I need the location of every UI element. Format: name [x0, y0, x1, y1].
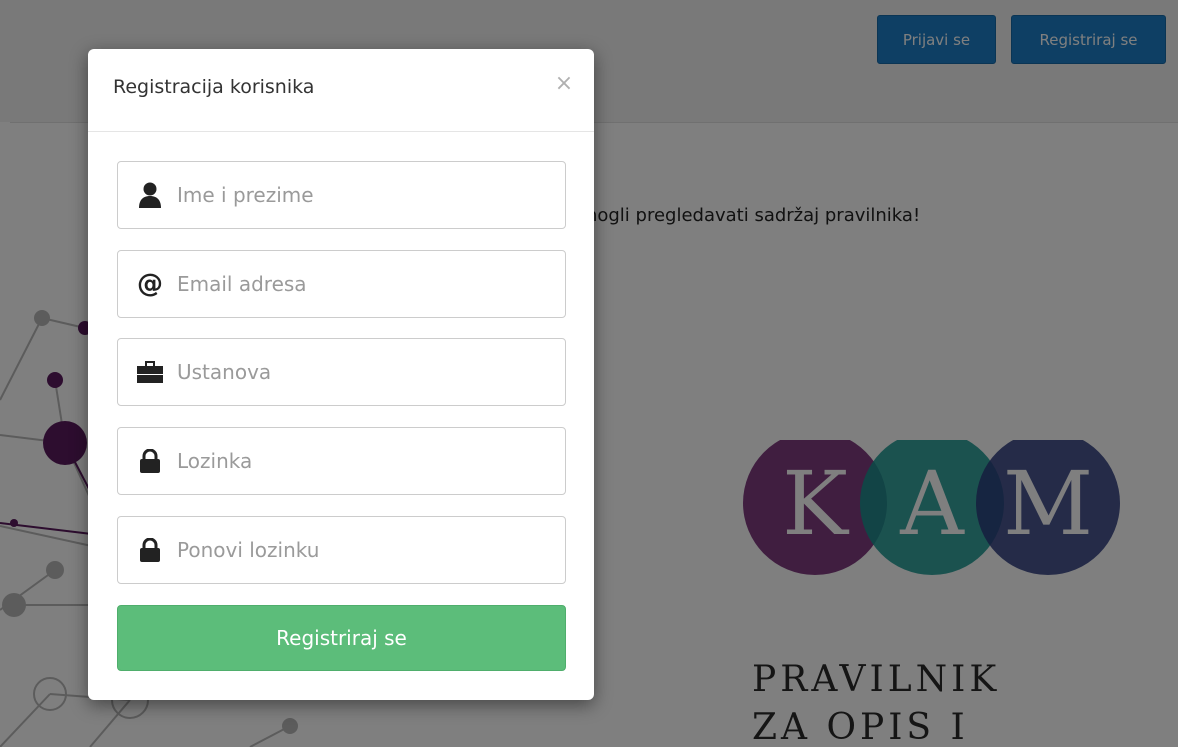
user-icon	[135, 180, 165, 210]
modal-header: Registracija korisnika ×	[88, 49, 594, 132]
lock-icon	[135, 535, 165, 565]
briefcase-icon	[135, 357, 165, 387]
email-input[interactable]	[177, 254, 565, 314]
institution-input[interactable]	[177, 342, 565, 402]
email-field[interactable]: @	[117, 250, 566, 318]
repeat-password-field[interactable]	[117, 516, 566, 584]
submit-register-button[interactable]: Registriraj se	[117, 605, 566, 671]
full-name-field[interactable]	[117, 161, 566, 229]
full-name-input[interactable]	[177, 165, 565, 225]
repeat-password-input[interactable]	[177, 520, 565, 580]
registration-modal: Registracija korisnika × @ Registriraj s…	[88, 49, 594, 700]
password-field[interactable]	[117, 427, 566, 495]
modal-title: Registracija korisnika	[113, 76, 315, 98]
close-icon[interactable]: ×	[551, 71, 577, 97]
lock-icon	[135, 446, 165, 476]
institution-field[interactable]	[117, 338, 566, 406]
at-icon: @	[137, 269, 163, 299]
password-input[interactable]	[177, 431, 565, 491]
